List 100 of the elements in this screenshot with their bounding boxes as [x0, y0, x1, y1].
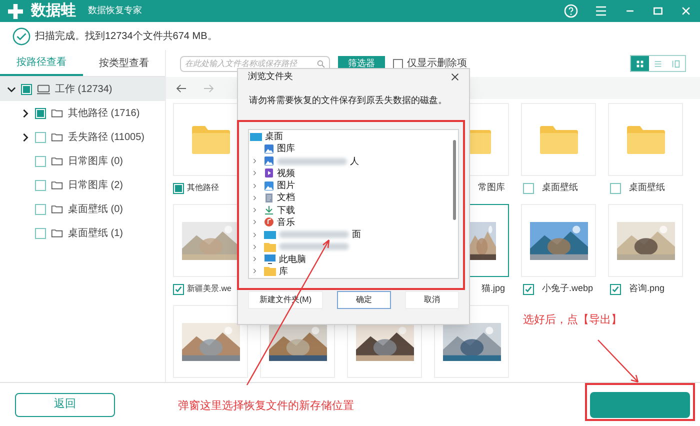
- folder-name: 桌面: [265, 132, 283, 142]
- tree-item[interactable]: 日常图库 (0): [0, 149, 165, 173]
- file-name: 新疆美景.we: [187, 283, 232, 295]
- list-icon: [654, 60, 662, 68]
- file-name: 猫.jpg: [481, 282, 505, 296]
- chevron-down-icon[interactable]: [6, 84, 16, 94]
- menu-icon[interactable]: [594, 4, 608, 18]
- folder-name: 下载: [277, 206, 295, 215]
- folder-name: 图库: [277, 144, 295, 154]
- scrollbar[interactable]: [452, 140, 456, 220]
- desktop-icon: [250, 132, 262, 142]
- folder-icon: [264, 242, 276, 252]
- folder-item[interactable]: 下载: [249, 204, 450, 216]
- checkbox[interactable]: [35, 228, 46, 238]
- tree-item[interactable]: 丢失路径 (11005): [0, 125, 165, 149]
- tree-item[interactable]: 日常图库 (2): [0, 173, 165, 197]
- download-icon: [264, 205, 274, 216]
- tree-label: 工作 (12734): [55, 82, 112, 96]
- checkbox[interactable]: [35, 180, 46, 190]
- folder-item[interactable]: 库: [249, 265, 450, 278]
- folder-icon: [190, 124, 230, 154]
- checkbox[interactable]: [173, 284, 184, 294]
- drive-icon: [37, 84, 50, 94]
- file-name: 小兔子.webp: [542, 282, 594, 296]
- chevron-right-icon[interactable]: [20, 108, 30, 118]
- tree-label: 桌面壁纸 (1): [68, 226, 123, 240]
- folder-name: 此电脑: [279, 254, 306, 264]
- grid-view-button[interactable]: [631, 56, 649, 71]
- folder-icon: [51, 228, 63, 238]
- scan-status: 扫描完成。找到12734个文件共674 MB。: [35, 30, 218, 44]
- tree-item[interactable]: 其他路径 (1716): [0, 101, 165, 125]
- plus-logo-icon: [8, 4, 23, 18]
- image-icon: [264, 156, 274, 166]
- checkbox[interactable]: [610, 182, 621, 194]
- folder-name: 文档: [277, 193, 295, 202]
- check-circle-icon: [12, 26, 31, 46]
- folder-name: 人: [350, 156, 359, 166]
- export-button[interactable]: [590, 392, 690, 418]
- desktop-icon: [264, 230, 276, 240]
- search-icon[interactable]: [317, 60, 325, 68]
- checkbox-label: 仅显示删除项: [407, 57, 467, 71]
- checkmark-icon: [174, 284, 183, 294]
- file-name: 桌面壁纸: [542, 181, 578, 194]
- tree-label: 日常图库 (2): [68, 178, 123, 192]
- file-name: 其他路径: [187, 182, 219, 194]
- app-name: 数据蛙: [31, 0, 76, 21]
- folder-item[interactable]: 音乐: [249, 216, 450, 228]
- folder-item[interactable]: 图片: [249, 180, 450, 192]
- checkbox[interactable]: [35, 204, 46, 214]
- annotation-arrow: [597, 339, 639, 383]
- back-button[interactable]: 返回: [15, 392, 115, 416]
- image-icon: [264, 144, 274, 154]
- folder-icon: [51, 108, 63, 118]
- tree-item[interactable]: 桌面壁纸 (1): [0, 221, 165, 245]
- annotation-note: 选好后，点【导出】: [523, 312, 622, 328]
- folder-item[interactable]: 文档: [249, 192, 450, 204]
- folder-icon: [51, 180, 63, 190]
- folder-item[interactable]: 视频: [249, 167, 450, 180]
- dialog-message: 请勿将需要恢复的文件保存到原丢失数据的磁盘。: [249, 94, 448, 107]
- forward-arrow-icon[interactable]: [203, 84, 214, 92]
- help-icon[interactable]: [564, 4, 578, 18]
- document-icon: [264, 192, 274, 203]
- annotation-note: 弹窗这里选择恢复文件的新存储位置: [178, 398, 354, 414]
- folder-icon: [51, 132, 63, 142]
- folder-name: 视频: [277, 168, 295, 178]
- folder-item[interactable]: 面: [249, 228, 450, 241]
- search-field[interactable]: 在此处输入文件名称或保存路径: [180, 56, 330, 72]
- back-arrow-icon[interactable]: [176, 84, 187, 92]
- app-subtitle: 数据恢复专家: [88, 4, 142, 18]
- tree-item[interactable]: 桌面壁纸 (0): [0, 197, 165, 221]
- tree-label: 日常图库 (0): [68, 154, 123, 168]
- chevron-right-icon[interactable]: [20, 132, 30, 142]
- file-name: 常图库: [478, 181, 505, 194]
- checkbox[interactable]: [35, 132, 46, 142]
- checkbox[interactable]: [610, 284, 621, 294]
- dialog-button[interactable]: 取消: [405, 290, 459, 308]
- folder-icon: [626, 124, 666, 154]
- folder-icon: [51, 204, 63, 214]
- tree-item[interactable]: 工作 (12734): [0, 77, 165, 101]
- video-icon: [264, 168, 274, 178]
- folder-item[interactable]: 图库: [249, 142, 450, 155]
- image-icon: [264, 180, 274, 191]
- checkbox[interactable]: [523, 284, 534, 294]
- checkbox[interactable]: [393, 58, 403, 68]
- folder-name: 面: [352, 230, 361, 240]
- maximize-icon[interactable]: [652, 5, 664, 17]
- file-name: 桌面壁纸: [629, 181, 665, 194]
- folder-item[interactable]: 人: [249, 155, 450, 168]
- dialog-button[interactable]: 确定: [337, 290, 391, 308]
- music-icon: [264, 217, 274, 228]
- folder-item[interactable]: 桌面: [249, 130, 450, 143]
- checkmark-icon: [611, 284, 620, 294]
- view-tab[interactable]: 按类型查看: [82, 50, 165, 76]
- checkbox[interactable]: [35, 156, 46, 166]
- checkbox[interactable]: [523, 182, 534, 194]
- close-icon[interactable]: [451, 73, 459, 81]
- tree-label: 其他路径 (1716): [68, 106, 140, 120]
- checkmark-icon: [524, 284, 533, 294]
- tree-label: 丢失路径 (11005): [68, 130, 145, 144]
- folder-item[interactable]: 此电脑: [249, 253, 450, 266]
